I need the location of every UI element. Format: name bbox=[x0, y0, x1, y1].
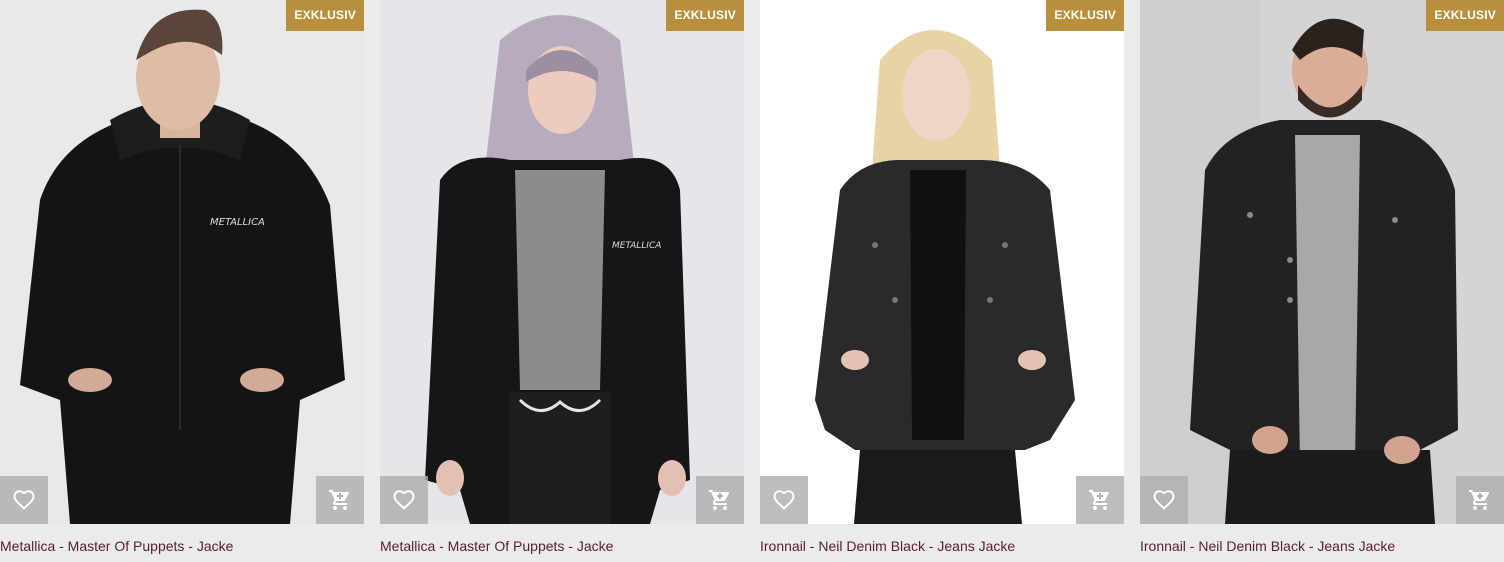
add-to-cart-button[interactable] bbox=[696, 476, 744, 524]
product-card: METALLICA EXKLUSIV Metallica - Master Of… bbox=[0, 0, 364, 562]
exclusive-badge: EXKLUSIV bbox=[286, 0, 364, 31]
exclusive-badge: EXKLUSIV bbox=[666, 0, 744, 31]
product-image[interactable]: EXKLUSIV bbox=[760, 0, 1124, 524]
svg-text:METALLICA: METALLICA bbox=[612, 241, 661, 251]
heart-outline-icon bbox=[773, 490, 795, 510]
product-photo-woman-denim-jacket bbox=[760, 0, 1124, 524]
product-card: METALLICA EXKLUSIV Metallica - Master Of… bbox=[380, 0, 744, 562]
product-image[interactable]: EXKLUSIV bbox=[1140, 0, 1504, 524]
exclusive-badge: EXKLUSIV bbox=[1046, 0, 1124, 31]
shopping-cart-icon bbox=[1469, 490, 1489, 510]
shopping-cart-icon bbox=[329, 490, 349, 510]
exclusive-badge: EXKLUSIV bbox=[1426, 0, 1504, 31]
shopping-cart-icon bbox=[709, 490, 729, 510]
heart-outline-icon bbox=[393, 490, 415, 510]
add-to-wishlist-button[interactable] bbox=[760, 476, 808, 524]
add-to-cart-button[interactable] bbox=[1076, 476, 1124, 524]
product-card: EXKLUSIV Ironnail - Neil Denim Black - J… bbox=[1140, 0, 1504, 562]
product-card: EXKLUSIV Ironnail - Neil Denim Black - J… bbox=[760, 0, 1124, 562]
add-to-wishlist-button[interactable] bbox=[0, 476, 48, 524]
product-image[interactable]: METALLICA EXKLUSIV bbox=[380, 0, 744, 524]
svg-text:METALLICA: METALLICA bbox=[210, 217, 265, 228]
heart-outline-icon bbox=[1153, 490, 1175, 510]
add-to-cart-button[interactable] bbox=[1456, 476, 1504, 524]
product-photo-man-black-jacket: METALLICA bbox=[0, 0, 364, 524]
product-name-link[interactable]: Metallica - Master Of Puppets - Jacke bbox=[0, 538, 233, 554]
heart-outline-icon bbox=[13, 490, 35, 510]
add-to-wishlist-button[interactable] bbox=[380, 476, 428, 524]
add-to-cart-button[interactable] bbox=[316, 476, 364, 524]
product-name-link[interactable]: Ironnail - Neil Denim Black - Jeans Jack… bbox=[760, 538, 1015, 554]
product-image[interactable]: METALLICA EXKLUSIV bbox=[0, 0, 364, 524]
shopping-cart-icon bbox=[1089, 490, 1109, 510]
product-name-link[interactable]: Ironnail - Neil Denim Black - Jeans Jack… bbox=[1140, 538, 1395, 554]
product-name-link[interactable]: Metallica - Master Of Puppets - Jacke bbox=[380, 538, 613, 554]
product-grid: METALLICA EXKLUSIV Metallica - Master Of… bbox=[0, 0, 1504, 562]
product-photo-man-denim-jacket bbox=[1140, 0, 1504, 524]
product-photo-woman-black-jacket: METALLICA bbox=[380, 0, 744, 524]
add-to-wishlist-button[interactable] bbox=[1140, 476, 1188, 524]
